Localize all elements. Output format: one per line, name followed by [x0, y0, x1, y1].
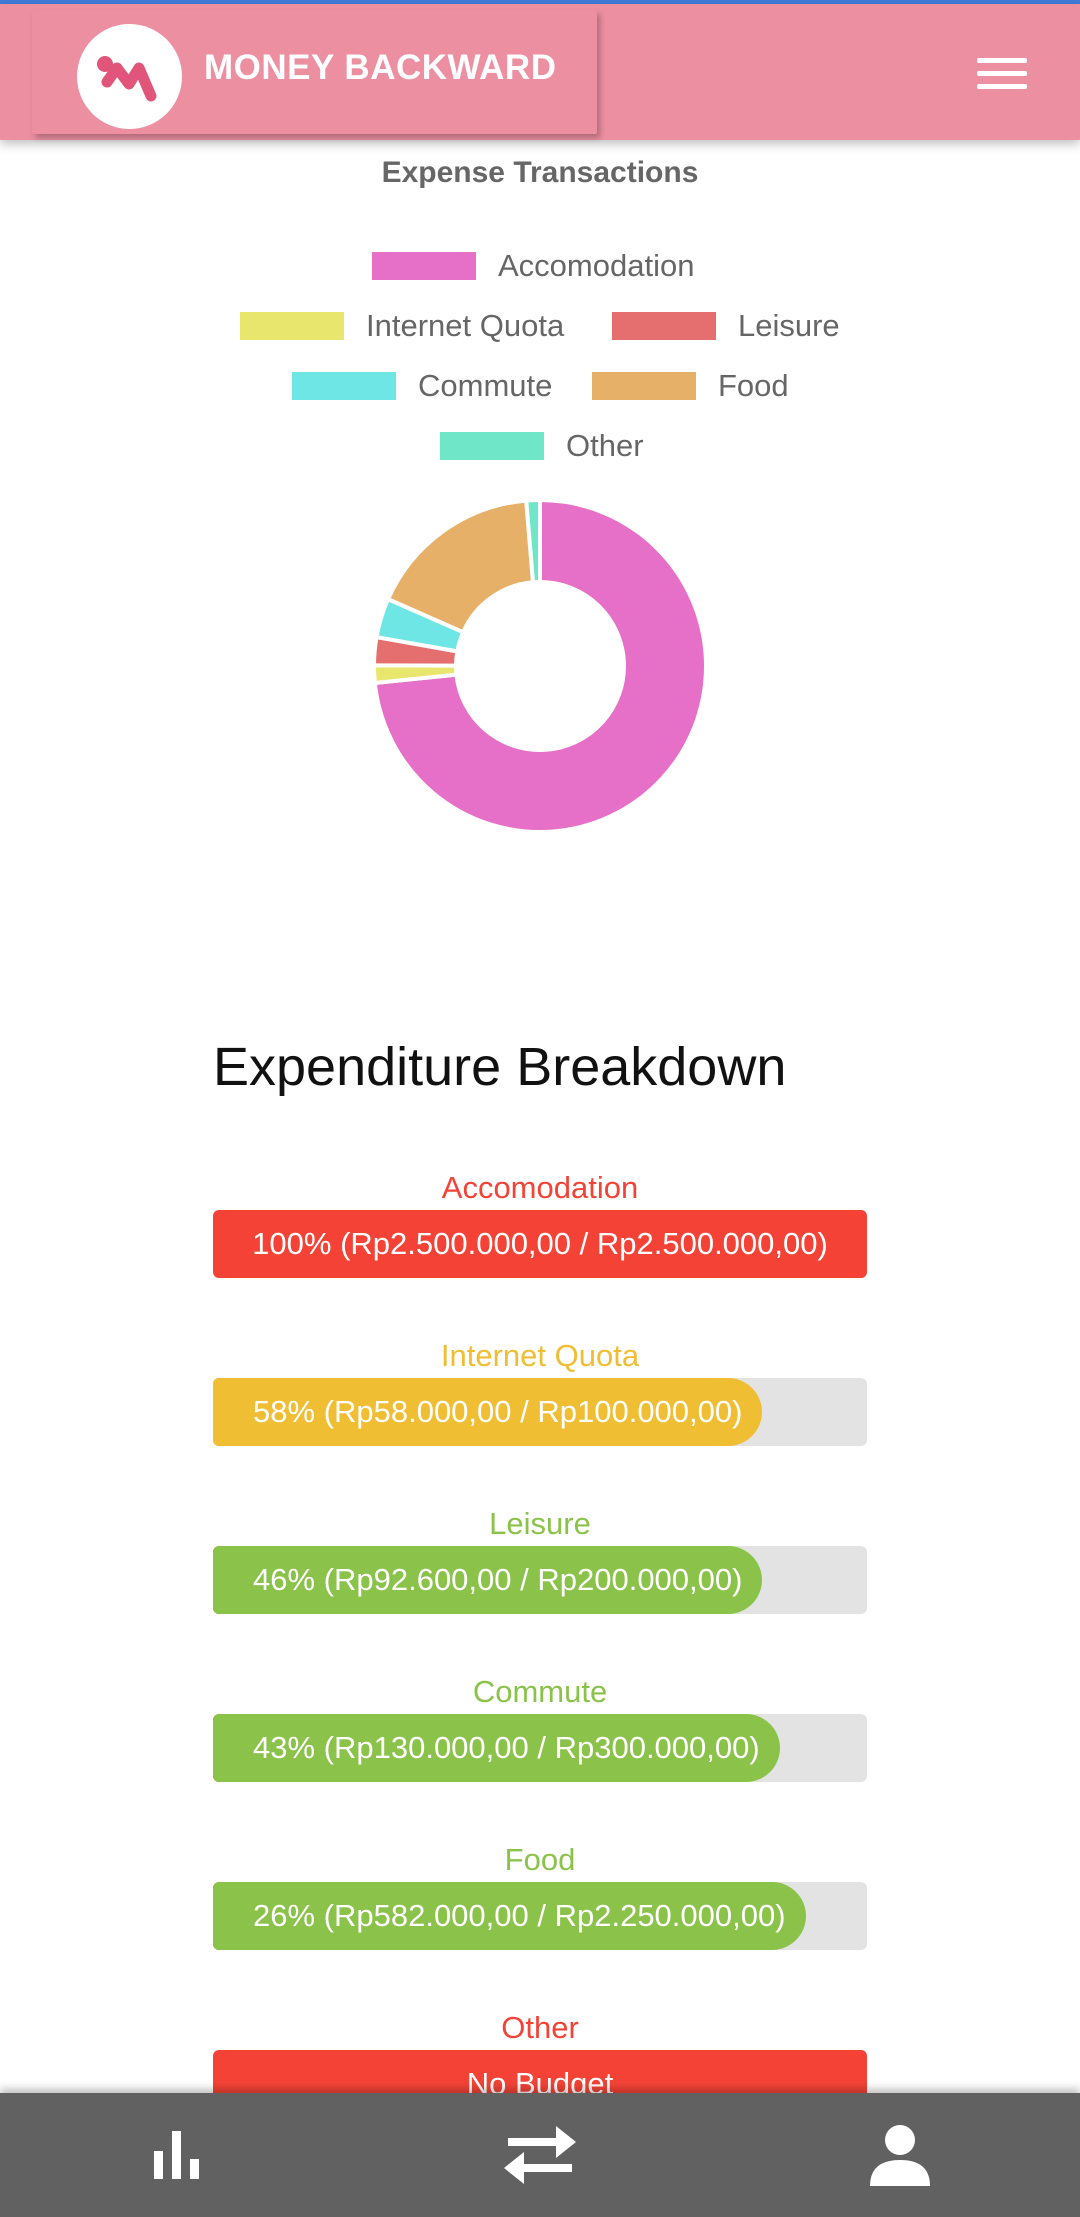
legend-label: Other [566, 428, 644, 463]
chart-title: Expense Transactions [381, 156, 699, 189]
budget-category-label: Internet Quota [440, 1338, 640, 1373]
logo-icon [97, 56, 157, 102]
budget-category-label: Accomodation [441, 1170, 639, 1205]
progress-text: 58% (Rp58.000,00 / Rp100.000,00) [213, 1378, 763, 1446]
legend-label: Food [718, 368, 789, 403]
budget-progress-bar: 26% (Rp582.000,00 / Rp2.250.000,00) [213, 1882, 867, 1950]
legend-item[interactable]: Commute [292, 368, 552, 404]
legend-item[interactable]: Internet Quota [240, 308, 564, 344]
legend-swatch [372, 252, 476, 280]
app-header: MONEY BACKWARD [0, 4, 1080, 140]
legend-item[interactable]: Food [592, 368, 789, 404]
budget-category-label: Other [501, 2010, 579, 2045]
bar-chart-icon [154, 2131, 199, 2179]
budget-progress-bar: 46% (Rp92.600,00 / Rp200.000,00) [213, 1546, 867, 1614]
nav-statistics[interactable] [0, 2093, 360, 2217]
section-title: Expenditure Breakdown [213, 1037, 787, 1097]
legend-swatch [240, 312, 344, 340]
bottom-navigation [0, 2093, 1080, 2217]
app-title: MONEY BACKWARD [204, 48, 557, 87]
budget-progress-bar: 100% (Rp2.500.000,00 / Rp2.500.000,00) [213, 1210, 867, 1278]
legend-label: Leisure [738, 308, 840, 343]
legend-label: Commute [418, 368, 553, 403]
budget-progress-bar: 43% (Rp130.000,00 / Rp300.000,00) [213, 1714, 867, 1782]
legend-swatch [612, 312, 716, 340]
legend-swatch [440, 432, 544, 460]
budget-progress-bar: 58% (Rp58.000,00 / Rp100.000,00) [213, 1378, 867, 1446]
expense-donut-chart [371, 497, 708, 834]
person-icon [870, 2125, 930, 2186]
legend-swatch [592, 372, 696, 400]
progress-text: 100% (Rp2.500.000,00 / Rp2.500.000,00) [252, 1226, 828, 1261]
swap-arrows-icon [504, 2126, 576, 2184]
progress-text: 43% (Rp130.000,00 / Rp300.000,00) [213, 1714, 780, 1782]
nav-profile[interactable] [720, 2093, 1080, 2217]
legend-item[interactable]: Other [440, 428, 644, 464]
budget-category-label: Commute [472, 1674, 608, 1709]
legend-label: Accomodation [498, 248, 695, 283]
money-backward-logo[interactable] [77, 24, 182, 129]
legend-item[interactable]: Accomodation [372, 248, 694, 284]
budget-category-label: Food [504, 1842, 576, 1877]
nav-transactions[interactable] [360, 2093, 720, 2217]
hamburger-menu-icon[interactable] [972, 54, 1032, 94]
legend-label: Internet Quota [366, 308, 565, 343]
progress-text: 26% (Rp582.000,00 / Rp2.250.000,00) [213, 1882, 806, 1950]
progress-text: 46% (Rp92.600,00 / Rp200.000,00) [213, 1546, 763, 1614]
legend-swatch [292, 372, 396, 400]
budget-category-label: Leisure [489, 1506, 591, 1541]
legend-item[interactable]: Leisure [612, 308, 840, 344]
